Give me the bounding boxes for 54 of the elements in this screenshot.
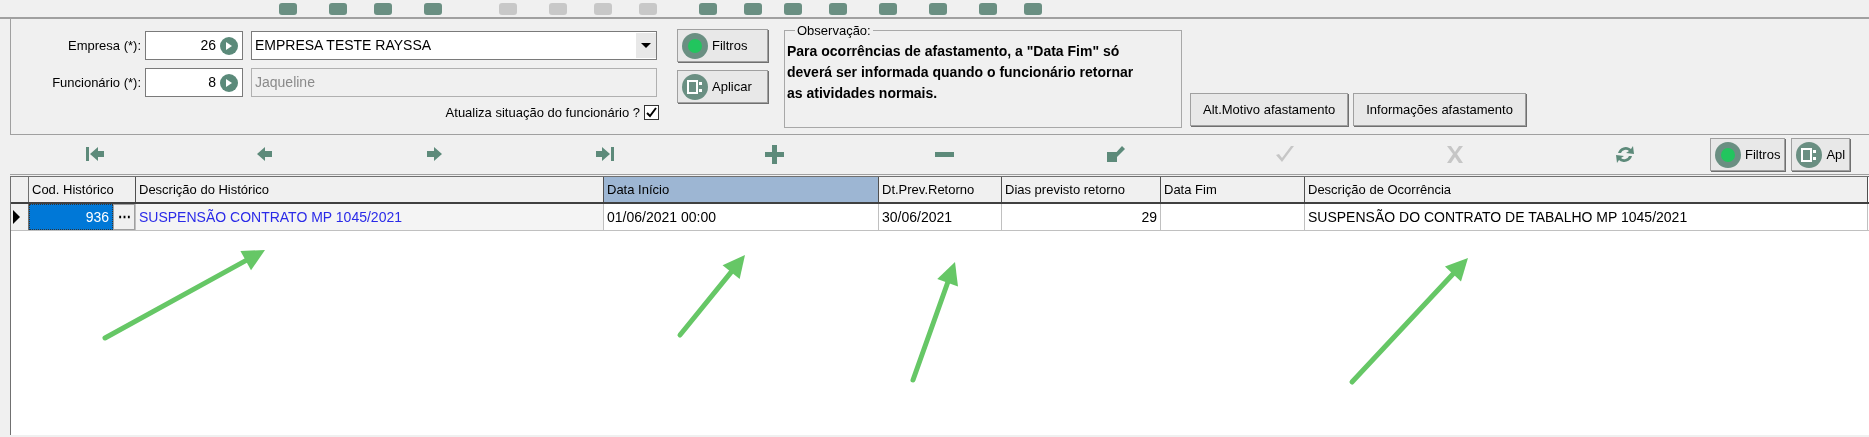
toolbar-icon[interactable] [276, 3, 300, 17]
ellipsis-button[interactable]: ⋯ [113, 204, 135, 230]
field-label: Empresa (*): [67, 36, 142, 55]
company-dropdown[interactable]: EMPRESA TESTE RAYSSA [251, 31, 657, 60]
column-header[interactable]: Dias previsto retorno [1002, 177, 1161, 202]
field-label: Funcionário (*): [51, 73, 142, 92]
action-button[interactable]: Alt.Motivo afastamento [1190, 93, 1349, 126]
table-cell: 30/06/2021 [879, 204, 1002, 230]
refresh-icon[interactable] [1614, 144, 1636, 165]
add-icon[interactable] [764, 144, 786, 165]
column-header[interactable]: Cod. Histórico [29, 177, 136, 202]
edit-icon[interactable] [1104, 144, 1126, 165]
column-header[interactable]: Data Fim [1161, 177, 1305, 202]
employee-name-field: Jaqueline [251, 68, 657, 97]
toolbar-icon[interactable] [326, 3, 350, 17]
group-title: Observação: [795, 23, 873, 39]
apply-button[interactable]: Apl [1791, 138, 1851, 171]
toolbar-icon[interactable] [421, 3, 445, 17]
toolbar-icon[interactable] [826, 3, 850, 17]
table-cell: SUSPENSÃO DO CONTRATO DE TABALHO MP 1045/2021 [1305, 204, 1868, 230]
filter-icon [682, 32, 708, 59]
column-header[interactable]: Data Início [604, 177, 879, 202]
code-value: 8 [208, 73, 216, 92]
toolbar-icon[interactable] [876, 3, 900, 17]
filter-button[interactable]: Filtros [677, 29, 768, 62]
filter-button[interactable]: Filtros [1710, 138, 1786, 171]
column-header[interactable]: Descrição do Histórico [136, 177, 604, 202]
code-value: 26 [200, 36, 216, 55]
table-cell: 29 [1002, 204, 1161, 230]
lookup-icon[interactable] [220, 73, 238, 92]
toolbar-icon[interactable] [1021, 3, 1045, 17]
action-button[interactable]: Informações afastamento [1353, 93, 1526, 126]
filter-icon [1715, 141, 1741, 168]
checkbox-label: Atualiza situação do funcionário ? [445, 104, 640, 122]
apply-icon [682, 73, 708, 100]
toolbar-icon[interactable] [976, 3, 1000, 17]
code-field[interactable]: 26 [145, 31, 243, 60]
toolbar-icon[interactable] [926, 3, 950, 17]
apply-button[interactable]: Aplicar [677, 70, 768, 103]
toolbar-icon[interactable] [781, 3, 805, 17]
column-header[interactable]: Dt.Prev.Retorno [879, 177, 1002, 202]
toolbar-icon[interactable] [741, 3, 765, 17]
checkbox[interactable] [644, 105, 659, 121]
lookup-icon[interactable] [220, 36, 238, 55]
table-cell: SUSPENSÃO CONTRATO MP 1045/2021 [136, 204, 604, 230]
toolbar-icon[interactable] [696, 3, 720, 17]
company-name: EMPRESA TESTE RAYSSA [255, 36, 432, 55]
code-field[interactable]: 8 [145, 68, 243, 97]
toolbar-icon[interactable] [371, 3, 395, 17]
column-header[interactable]: Descrição de Ocorrência [1305, 177, 1868, 202]
observation-text: Para ocorrências de afastamento, a "Data Fim" só deverá ser informada quando o funcionário retornar as atividades normais. [787, 42, 1135, 103]
table-cell: 01/06/2021 00:00 [604, 204, 879, 230]
apply-icon [1796, 141, 1823, 168]
table-cell[interactable]: 936 [29, 204, 113, 230]
